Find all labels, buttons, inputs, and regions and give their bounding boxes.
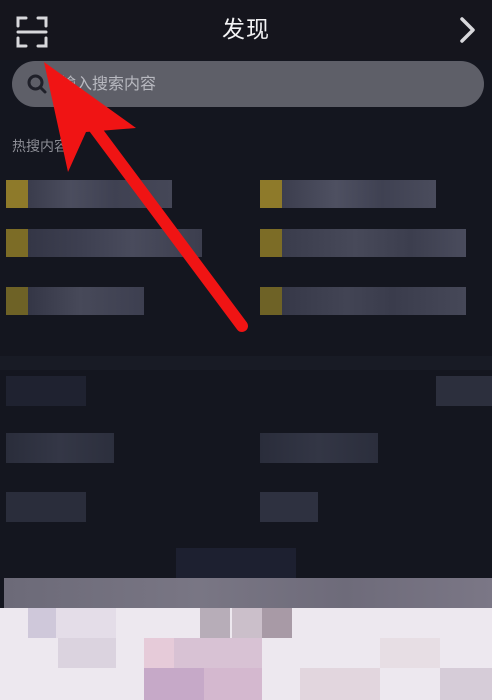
search-bar[interactable]: 输入搜索内容 bbox=[12, 61, 484, 107]
hot-item[interactable] bbox=[260, 180, 436, 208]
rank-badge bbox=[6, 229, 28, 257]
rank-badge bbox=[260, 229, 282, 257]
hot-item[interactable] bbox=[6, 180, 172, 208]
search-icon bbox=[27, 74, 47, 94]
rank-badge bbox=[6, 287, 28, 315]
page-title: 发现 bbox=[222, 17, 270, 43]
rank-badge bbox=[6, 180, 28, 208]
blurred-text bbox=[282, 229, 466, 257]
hot-item[interactable] bbox=[260, 229, 466, 257]
list-item[interactable] bbox=[6, 492, 86, 522]
hot-search-label: 热搜内容 bbox=[12, 139, 68, 155]
rank-badge bbox=[260, 287, 282, 315]
section-divider bbox=[0, 356, 492, 370]
rank-badge bbox=[260, 180, 282, 208]
blurred-text bbox=[282, 180, 436, 208]
top-bar: 发现 bbox=[0, 0, 492, 60]
hot-search-list bbox=[0, 170, 492, 330]
list-item[interactable] bbox=[260, 492, 318, 522]
blurred-text bbox=[28, 287, 144, 315]
bottom-preview bbox=[0, 608, 492, 700]
hot-item[interactable] bbox=[260, 287, 466, 315]
list-item[interactable] bbox=[260, 433, 378, 463]
search-input[interactable]: 输入搜索内容 bbox=[60, 61, 460, 107]
next-button[interactable] bbox=[454, 14, 480, 46]
hot-item[interactable] bbox=[6, 229, 202, 257]
list-item[interactable] bbox=[6, 376, 86, 406]
blurred-text bbox=[28, 229, 202, 257]
secondary-list bbox=[0, 370, 492, 550]
bottom-banner bbox=[4, 578, 492, 608]
hot-item[interactable] bbox=[6, 287, 144, 315]
chevron-right-icon bbox=[460, 17, 475, 43]
blurred-text bbox=[28, 180, 172, 208]
list-item[interactable] bbox=[6, 433, 114, 463]
blurred-text bbox=[282, 287, 466, 315]
blurred-block bbox=[176, 548, 296, 578]
list-item[interactable] bbox=[436, 376, 492, 406]
